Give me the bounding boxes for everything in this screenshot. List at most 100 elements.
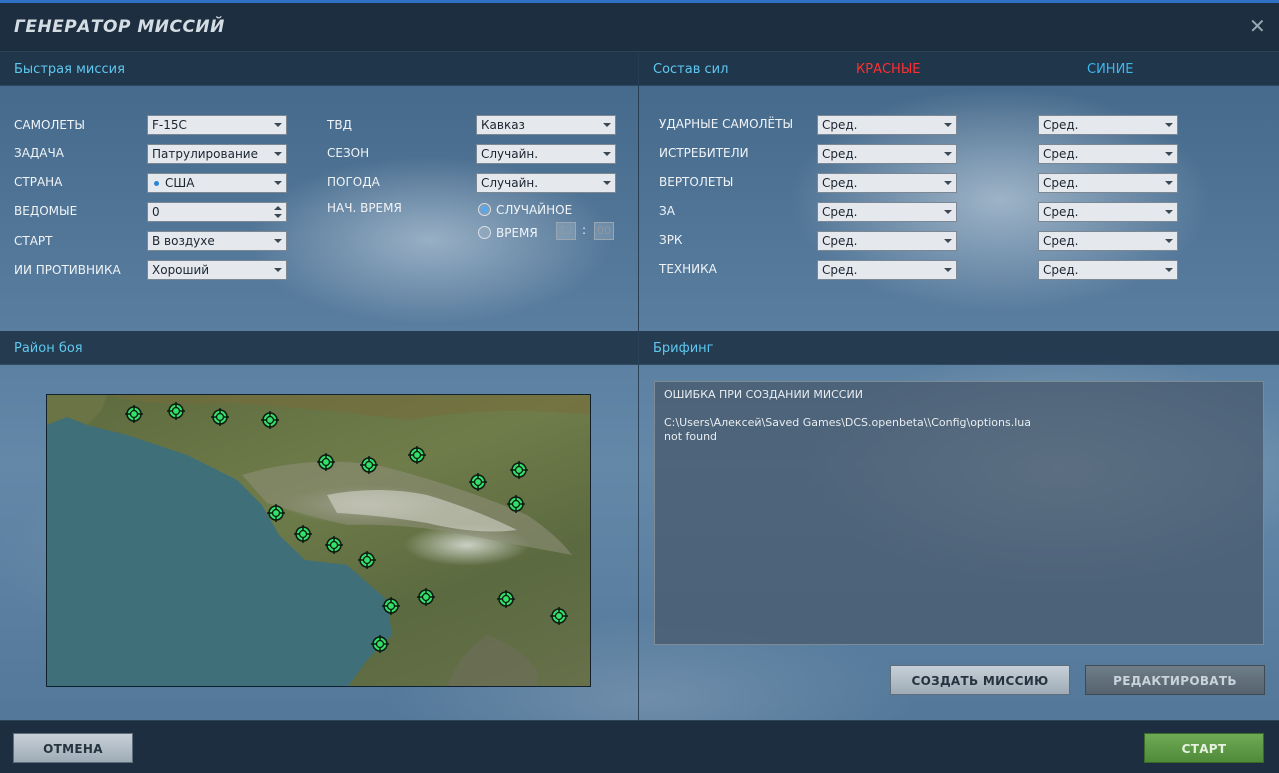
blue-force-value: Сред. — [1043, 263, 1079, 277]
blue-force-select[interactable]: Сред. — [1038, 144, 1178, 164]
quick-mission-title: Быстрая миссия — [14, 62, 125, 77]
start-value: В воздухе — [152, 234, 215, 248]
blue-force-select[interactable]: Сред. — [1038, 231, 1178, 251]
vertical-divider — [638, 52, 639, 720]
blue-force-select[interactable]: Сред. — [1038, 115, 1178, 135]
blue-force-value: Сред. — [1043, 205, 1079, 219]
wingmen-stepper[interactable]: 0 — [147, 202, 287, 222]
task-value: Патрулирование — [152, 147, 258, 161]
window-title: ГЕНЕРАТОР МИССИЙ — [14, 17, 225, 37]
random-time-label: СЛУЧАЙНОЕ — [496, 203, 573, 217]
airfield-target-icon[interactable] — [370, 634, 390, 654]
airfield-target-icon[interactable] — [468, 472, 488, 492]
chevron-down-icon — [603, 123, 611, 127]
airfield-target-icon[interactable] — [509, 460, 529, 480]
task-select[interactable]: Патрулирование — [147, 144, 287, 164]
start-time-label: НАЧ. ВРЕМЯ — [327, 201, 402, 215]
blue-force-select[interactable]: Сред. — [1038, 202, 1178, 222]
forces-header: Состав сил КРАСНЫЕ СИНИЕ — [639, 52, 1279, 86]
theater-select[interactable]: Кавказ — [476, 115, 616, 135]
enemy-ai-value: Хороший — [152, 263, 210, 277]
chevron-down-icon — [274, 239, 282, 243]
chevron-down-icon — [274, 181, 282, 185]
chevron-down-icon — [603, 181, 611, 185]
chevron-down-icon — [944, 123, 952, 127]
time-minutes-field[interactable]: 00 — [594, 222, 614, 240]
edit-button[interactable]: РЕДАКТИРОВАТЬ — [1085, 665, 1265, 695]
red-force-value: Сред. — [822, 176, 858, 190]
airfield-target-icon[interactable] — [357, 550, 377, 570]
airfield-target-icon[interactable] — [381, 596, 401, 616]
briefing-textarea[interactable]: ОШИБКА ПРИ СОЗДАНИИ МИССИИ C:\Users\Алек… — [654, 381, 1264, 645]
combat-area-title: Район боя — [14, 341, 83, 356]
chevron-down-icon — [944, 239, 952, 243]
airfield-target-icon[interactable] — [496, 589, 516, 609]
start-button[interactable]: СТАРТ — [1144, 733, 1264, 763]
airfield-target-icon[interactable] — [324, 535, 344, 555]
blue-force-value: Сред. — [1043, 147, 1079, 161]
red-force-select[interactable]: Сред. — [817, 144, 957, 164]
start-select[interactable]: В воздухе — [147, 231, 287, 251]
chevron-down-icon — [944, 152, 952, 156]
briefing-title: Брифинг — [653, 341, 714, 356]
force-label: ИСТРЕБИТЕЛИ — [659, 146, 749, 160]
stepper-down-icon[interactable] — [274, 214, 282, 218]
time-hours-field[interactable]: 12 — [556, 222, 576, 240]
airfield-target-icon[interactable] — [210, 407, 230, 427]
airfield-target-icon[interactable] — [293, 524, 313, 544]
aircraft-select[interactable]: F-15C — [147, 115, 287, 135]
weather-label: ПОГОДА — [327, 175, 380, 189]
combat-area-map[interactable] — [46, 394, 591, 687]
briefing-error-detail: not found — [664, 430, 718, 443]
blue-side-label: СИНИЕ — [1087, 62, 1134, 77]
blue-force-select[interactable]: Сред. — [1038, 173, 1178, 193]
force-label: УДАРНЫЕ САМОЛЁТЫ — [659, 117, 794, 131]
country-value: США — [165, 176, 195, 190]
cancel-button[interactable]: ОТМЕНА — [13, 733, 133, 763]
blue-force-select[interactable]: Сред. — [1038, 260, 1178, 280]
chevron-down-icon — [1165, 268, 1173, 272]
country-flag-icon — [154, 180, 159, 186]
airfield-target-icon[interactable] — [407, 445, 427, 465]
fixed-time-radio[interactable] — [478, 226, 491, 239]
briefing-error-path: C:\Users\Алексей\Saved Games\DCS.openbet… — [664, 416, 1031, 429]
title-bar: ГЕНЕРАТОР МИССИЙ ✕ — [0, 3, 1279, 52]
red-force-select[interactable]: Сред. — [817, 260, 957, 280]
airfield-target-icon[interactable] — [549, 606, 569, 626]
chevron-down-icon — [1165, 152, 1173, 156]
airfield-target-icon[interactable] — [124, 404, 144, 424]
red-force-select[interactable]: Сред. — [817, 202, 957, 222]
chevron-down-icon — [1165, 239, 1173, 243]
airfield-target-icon[interactable] — [506, 494, 526, 514]
airfield-target-icon[interactable] — [266, 503, 286, 523]
airfield-target-icon[interactable] — [316, 452, 336, 472]
enemy-ai-select[interactable]: Хороший — [147, 260, 287, 280]
weather-select[interactable]: Случайн. — [476, 173, 616, 193]
airfield-target-icon[interactable] — [359, 455, 379, 475]
random-time-radio[interactable] — [478, 203, 491, 216]
aircraft-label: САМОЛЕТЫ — [14, 118, 85, 132]
force-label: ТЕХНИКА — [659, 262, 717, 276]
chevron-down-icon — [603, 152, 611, 156]
forces-title: Состав сил — [653, 62, 729, 77]
start-label: СТАРТ — [14, 234, 53, 248]
map-terrain — [47, 395, 590, 686]
airfield-target-icon[interactable] — [260, 410, 280, 430]
season-select[interactable]: Случайн. — [476, 144, 616, 164]
country-label: СТРАНА — [14, 175, 63, 189]
enemy-ai-label: ИИ ПРОТИВНИКА — [14, 263, 121, 277]
airfield-target-icon[interactable] — [166, 401, 186, 421]
aircraft-value: F-15C — [152, 118, 187, 132]
red-force-select[interactable]: Сред. — [817, 115, 957, 135]
create-mission-button[interactable]: СОЗДАТЬ МИССИЮ — [890, 665, 1070, 695]
chevron-down-icon — [1165, 210, 1173, 214]
red-force-select[interactable]: Сред. — [817, 173, 957, 193]
country-select[interactable]: США — [147, 173, 287, 193]
stepper-up-icon[interactable] — [274, 206, 282, 210]
red-force-select[interactable]: Сред. — [817, 231, 957, 251]
wingmen-value: 0 — [152, 205, 160, 219]
close-icon[interactable]: ✕ — [1249, 16, 1266, 36]
airfield-target-icon[interactable] — [416, 587, 436, 607]
red-force-value: Сред. — [822, 118, 858, 132]
footer-bar: ОТМЕНА СТАРТ — [0, 720, 1279, 773]
